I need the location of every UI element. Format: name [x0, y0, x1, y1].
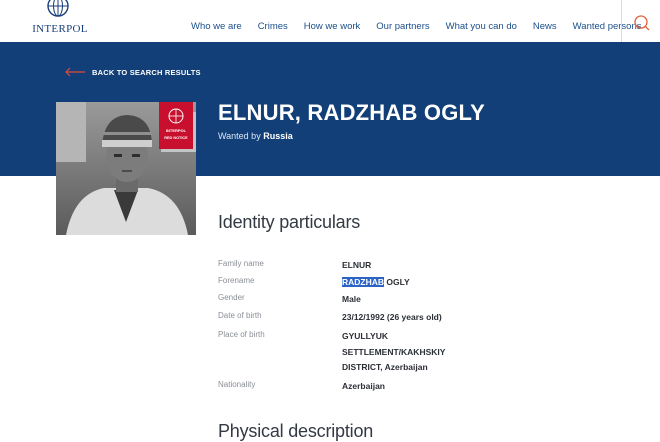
red-notice-label: RED NOTICE	[164, 136, 188, 140]
detail-value: Azerbaijan	[342, 381, 385, 391]
top-navigation: INTERPOL Who we are Crimes How we work O…	[0, 0, 660, 42]
nav-divider	[621, 0, 622, 42]
wanted-by-country: Russia	[263, 131, 293, 141]
red-notice-brand: INTERPOL	[165, 128, 187, 133]
detail-label: Family name	[218, 259, 264, 268]
detail-value-rest: OGLY	[384, 277, 410, 287]
detail-value: 23/12/1992 (26 years old)	[342, 312, 442, 322]
interpol-logo[interactable]: INTERPOL	[28, 0, 92, 40]
search-button[interactable]	[626, 10, 656, 36]
detail-label: Place of birth	[218, 330, 265, 339]
logo-wordmark: INTERPOL	[32, 23, 88, 35]
nav-who-we-are[interactable]: Who we are	[191, 21, 242, 32]
red-notice-badge: INTERPOL RED NOTICE	[159, 102, 193, 149]
wanted-by-line: Wanted by Russia	[218, 131, 293, 141]
identity-particulars-heading: Identity particulars	[218, 212, 361, 232]
globe-emblem-icon	[47, 0, 69, 17]
nav-our-partners[interactable]: Our partners	[376, 21, 429, 32]
selected-text: RADZHAB	[342, 277, 385, 287]
interpol-emblem-icon	[168, 108, 184, 124]
detail-value: RADZHAB OGLY	[342, 275, 472, 291]
wanted-by-prefix: Wanted by	[218, 131, 261, 141]
physical-description-heading: Physical description	[218, 421, 374, 441]
main-menu: Who we are Crimes How we work Our partne…	[191, 21, 642, 32]
nav-news[interactable]: News	[533, 21, 557, 32]
detail-label: Gender	[218, 293, 245, 302]
back-link-label: BACK TO SEARCH RESULTS	[92, 67, 201, 77]
detail-value: ELNUR	[342, 260, 372, 270]
back-to-search-results-link[interactable]: BACK TO SEARCH RESULTS	[64, 67, 201, 77]
detail-label: Nationality	[218, 380, 256, 389]
person-name-title: ELNUR, RADZHAB OGLY	[218, 100, 485, 125]
nav-what-you-can-do[interactable]: What you can do	[446, 21, 517, 32]
nav-crimes[interactable]: Crimes	[258, 21, 288, 32]
detail-label: Forename	[218, 276, 255, 285]
nav-how-we-work[interactable]: How we work	[304, 21, 361, 32]
detail-value: GYULLYUK SETTLEMENT/KAKHSKIY DISTRICT, A…	[342, 331, 446, 372]
detail-value: Male	[342, 294, 361, 304]
detail-label: Date of birth	[218, 311, 262, 320]
search-icon	[634, 15, 650, 31]
arrow-left-icon	[65, 67, 85, 77]
